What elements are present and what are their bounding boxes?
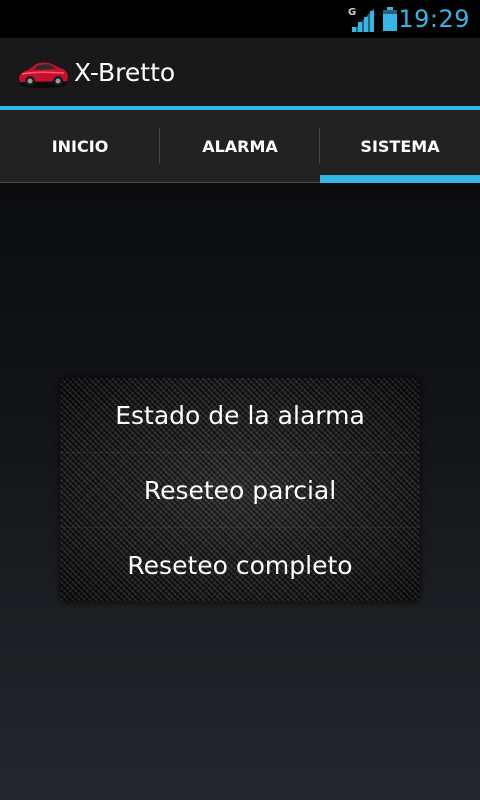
tab-selected-indicator (320, 175, 480, 183)
alarm-status-button[interactable]: Estado de la alarma (60, 378, 420, 452)
system-menu: Estado de la alarma Reseteo parcial Rese… (60, 378, 420, 602)
signal-icon: G (348, 7, 374, 32)
tab-label: SISTEMA (360, 136, 440, 156)
car-icon (19, 62, 68, 88)
screen: G 19:29 X-Bretto INICIO ALARMA SISTEMA E… (0, 0, 480, 800)
network-type-label: G (348, 7, 356, 18)
battery-icon (383, 7, 397, 31)
tab-inicio[interactable]: INICIO (0, 110, 160, 182)
tab-alarma[interactable]: ALARMA (160, 110, 320, 182)
content-area: Estado de la alarma Reseteo parcial Rese… (0, 183, 480, 800)
status-bar: G 19:29 (0, 0, 480, 38)
tab-sistema[interactable]: SISTEMA (320, 110, 480, 183)
tab-label: ALARMA (202, 136, 278, 156)
tab-bar: INICIO ALARMA SISTEMA (0, 110, 480, 183)
tab-label: INICIO (51, 136, 109, 156)
clock: 19:29 (398, 5, 470, 33)
action-bar: X-Bretto (0, 38, 480, 110)
partial-reset-button[interactable]: Reseteo parcial (60, 452, 420, 527)
full-reset-button[interactable]: Reseteo completo (60, 527, 420, 602)
app-title: X-Bretto (74, 58, 176, 87)
